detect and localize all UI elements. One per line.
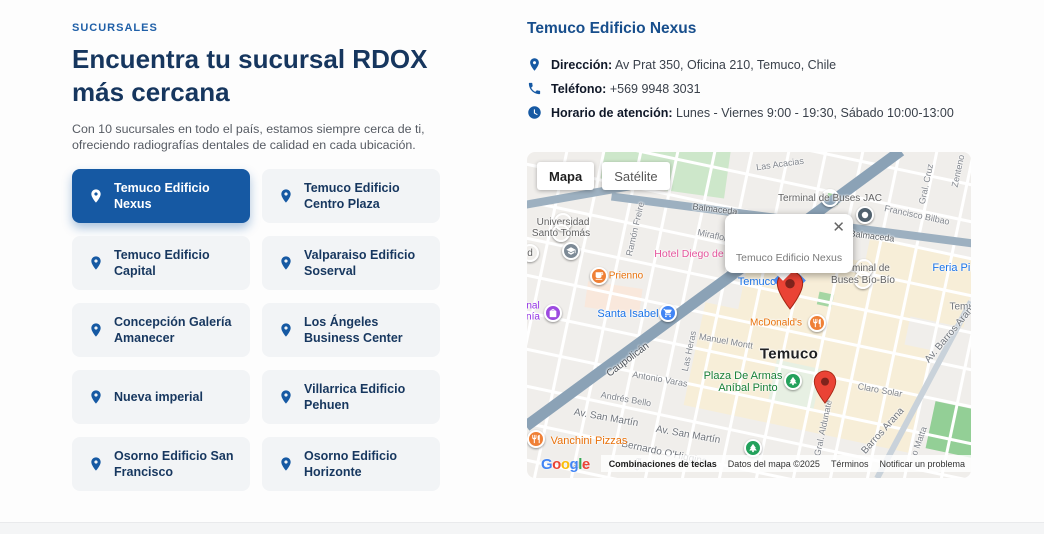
map-button[interactable]: Mapa — [537, 162, 595, 190]
map-attribution: Combinaciones de teclas Datos del mapa ©… — [600, 455, 971, 472]
map-label: Plaza De Armas — [703, 370, 783, 382]
map-label: Aníbal Pinto — [718, 382, 778, 394]
branch-button-1[interactable]: Temuco Edificio Centro Plaza — [262, 169, 440, 223]
map-label: Santa Isabel — [597, 308, 659, 320]
location-pin-icon — [91, 323, 101, 337]
map-label: Antonio Varas — [631, 369, 689, 389]
phone-icon — [528, 82, 541, 95]
google-map[interactable]: Mapa Satélite ✕ Temuco Edificio Nexus Go… — [527, 152, 971, 478]
map-label: Temuco — [737, 276, 777, 288]
detail-label: Teléfono: — [551, 82, 607, 96]
google-logo-letter: o — [552, 456, 561, 473]
school-icon[interactable] — [562, 242, 580, 260]
location-pin-icon — [281, 256, 291, 270]
google-logo-letter: e — [581, 456, 590, 473]
detail-value: +569 9948 3031 — [609, 82, 701, 96]
park-icon[interactable] — [784, 372, 802, 390]
map-label: d — [527, 244, 539, 262]
restaurant-icon[interactable] — [808, 314, 826, 332]
location-pin-icon — [91, 189, 101, 203]
location-pin-icon — [530, 58, 539, 71]
branch-grid: Temuco Edificio Nexus Temuco Edificio Cen… — [72, 169, 467, 491]
map-label: Feria Pinto — [932, 262, 971, 274]
cart-icon[interactable] — [659, 304, 677, 322]
clock-icon — [528, 106, 541, 119]
branch-button-0[interactable]: Temuco Edificio Nexus — [72, 169, 250, 223]
location-pin-icon — [281, 457, 291, 471]
branch-detail-list: Dirección: Av Prat 350, Oficina 210, Tem… — [527, 58, 971, 121]
branch-label: Temuco Edificio Centro Plaza — [304, 181, 400, 211]
branch-button-6[interactable]: Nueva imperial — [72, 370, 250, 424]
branch-button-4[interactable]: Concepción Galería Amanecer — [72, 303, 250, 357]
branch-button-9[interactable]: Osorno Edificio Horizonte — [262, 437, 440, 491]
branch-detail-title: Temuco Edificio Nexus — [527, 20, 697, 37]
section-eyebrow: SUCURSALES — [72, 22, 158, 34]
map-label: Terminal de Buses JAC — [778, 189, 882, 207]
close-icon[interactable]: ✕ — [832, 220, 845, 235]
map-label: Buses Bío-Bío — [831, 271, 895, 289]
detail-row-phone: Teléfono: +569 9948 3031 — [527, 82, 971, 97]
location-pin-icon — [281, 323, 291, 337]
branch-list-panel: SUCURSALES Encuentra tu sucursal RDOX má… — [72, 20, 467, 491]
branch-locator-page: SUCURSALES Encuentra tu sucursal RDOX má… — [0, 0, 1044, 534]
google-logo-letter: o — [560, 456, 570, 473]
map-label: Gral. Cruz — [916, 162, 936, 206]
branch-label: Concepción Galería Amanecer — [114, 315, 232, 345]
branch-button-5[interactable]: Los Ángeles Business Center — [262, 303, 440, 357]
branch-label: Valparaiso Edificio Soserval — [304, 248, 416, 278]
terms-link[interactable]: Términos — [831, 459, 869, 469]
google-logo-letter: g — [569, 456, 579, 473]
location-pin-icon — [91, 457, 101, 471]
detail-value: Av Prat 350, Oficina 210, Temuco, Chile — [614, 58, 837, 72]
info-window: ✕ Temuco Edificio Nexus — [725, 214, 853, 273]
branch-label: Osorno Edificio San Francisco — [114, 449, 234, 479]
google-logo[interactable]: Google — [541, 456, 590, 473]
branch-button-8[interactable]: Osorno Edificio San Francisco — [72, 437, 250, 491]
map-marker-1[interactable] — [813, 370, 837, 404]
branch-detail-panel: Temuco Edificio Nexus Dirección: Av Prat… — [527, 20, 971, 130]
location-pin-icon — [91, 390, 101, 404]
detail-row-address: Dirección: Av Prat 350, Oficina 210, Tem… — [527, 58, 971, 73]
detail-value: Lunes - Viernes 9:00 - 19:30, Sábado 10:… — [676, 106, 954, 120]
branch-button-7[interactable]: Villarrica Edificio Pehuen — [262, 370, 440, 424]
map-data-copyright: Datos del mapa ©2025 — [727, 458, 820, 469]
page-title: Encuentra tu sucursal RDOX más cercana — [72, 44, 428, 107]
map-label: Francisco Bilbao — [883, 203, 951, 227]
branch-label: Temuco Edificio Nexus — [114, 181, 210, 211]
map-label: Las Acacias — [755, 155, 805, 173]
detail-label: Dirección: — [551, 58, 613, 72]
detail-row-hours: Horario de atención: Lunes - Viernes 9:0… — [527, 106, 971, 121]
location-pin-icon — [281, 390, 291, 404]
google-logo-letter: G — [541, 456, 553, 473]
page-description: Con 10 sucursales en todo el país, estam… — [72, 122, 425, 152]
branch-button-2[interactable]: Temuco Edificio Capital — [72, 236, 250, 290]
branch-button-3[interactable]: Valparaiso Edificio Soserval — [262, 236, 440, 290]
bus-icon[interactable] — [856, 206, 874, 224]
shop-icon[interactable] — [544, 304, 562, 322]
map-label: nía — [527, 311, 540, 323]
map-label: Prienno — [608, 270, 644, 282]
info-window-title: Temuco Edificio Nexus — [735, 252, 843, 264]
map-label: Hotel Diego de — [654, 248, 724, 260]
location-pin-icon — [281, 189, 291, 203]
branch-label: Nueva imperial — [114, 390, 203, 404]
branch-label: Villarrica Edificio Pehuen — [304, 382, 406, 412]
map-label: Santo Tomás — [532, 224, 590, 242]
map-label: McDonald's — [750, 317, 802, 329]
restaurant-icon[interactable] — [527, 430, 545, 448]
location-pin-icon — [91, 256, 101, 270]
map-label: Temuco — [759, 345, 819, 363]
satellite-button[interactable]: Satélite — [602, 162, 670, 190]
detail-label: Horario de atención: — [551, 106, 673, 120]
branch-label: Osorno Edificio Horizonte — [304, 449, 398, 479]
branch-label: Temuco Edificio Capital — [114, 248, 210, 278]
map-label: nal — [527, 300, 540, 312]
cafe-icon[interactable] — [590, 267, 608, 285]
keyboard-shortcuts-button[interactable]: Combinaciones de teclas — [609, 459, 717, 469]
report-problem-link[interactable]: Notificar un problema — [879, 459, 965, 469]
page-footer-strip — [0, 522, 1044, 534]
map-label: Vanchini Pizzas — [550, 435, 628, 447]
branch-label: Los Ángeles Business Center — [304, 315, 403, 345]
map-type-controls: Mapa Satélite — [537, 162, 670, 190]
